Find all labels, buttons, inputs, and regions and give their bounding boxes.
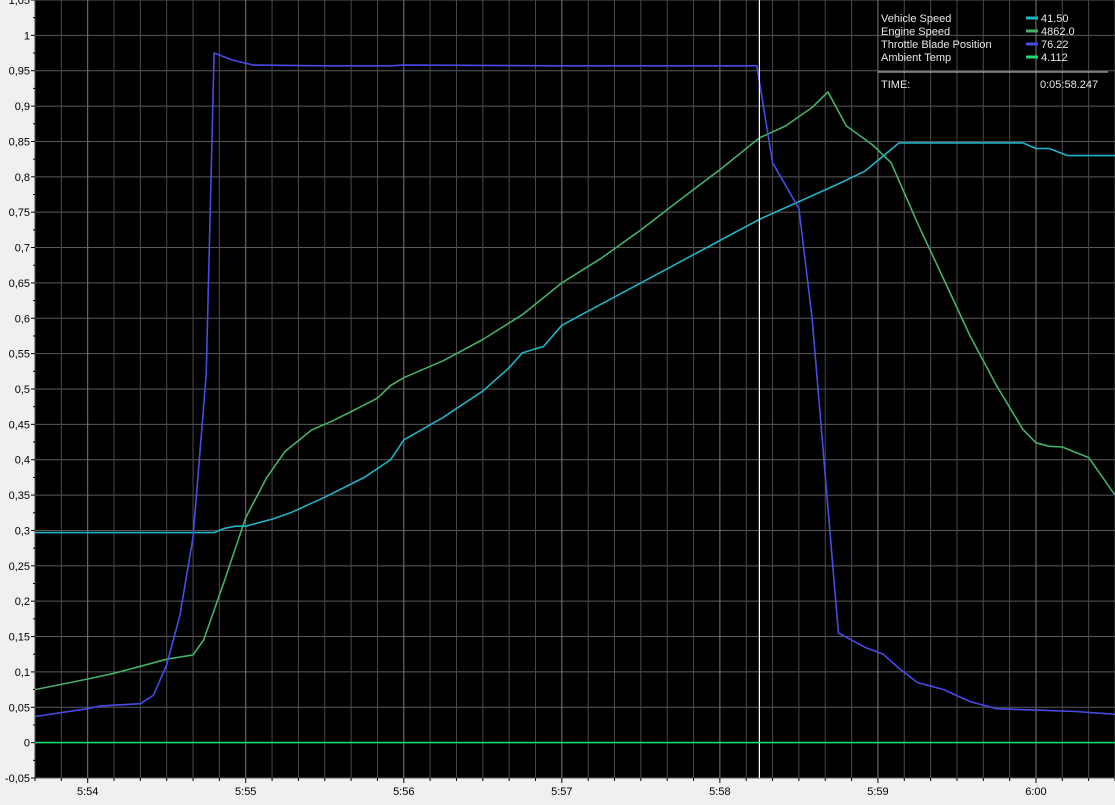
y-tick-label: 0,3 xyxy=(15,525,30,537)
x-tick-label: 6:00 xyxy=(1025,786,1046,798)
y-tick-label: 0,05 xyxy=(9,702,30,714)
y-tick-label: 0,25 xyxy=(9,561,30,573)
y-tick-label: 1 xyxy=(24,30,30,42)
legend-time-value: 0:05:58.247 xyxy=(1040,79,1098,91)
y-tick-label: 0,85 xyxy=(9,136,30,148)
y-tick-label: 0,4 xyxy=(15,455,30,467)
y-tick-label: 0,15 xyxy=(9,632,30,644)
y-tick-label: 0,95 xyxy=(9,66,30,78)
y-tick-label: 0,1 xyxy=(15,667,30,679)
x-tick-label: 5:59 xyxy=(867,786,888,798)
y-tick-label: 1,05 xyxy=(9,0,30,7)
y-tick-label: 0,75 xyxy=(9,207,30,219)
y-tick-label: 0,8 xyxy=(15,172,30,184)
x-tick-label: 5:57 xyxy=(551,786,572,798)
legend-time-label: TIME: xyxy=(881,79,910,91)
y-tick-label: 0,5 xyxy=(15,384,30,396)
x-tick-label: 5:54 xyxy=(77,786,98,798)
legend-entry-value: 4862.0 xyxy=(1041,26,1075,38)
x-tick-label: 5:55 xyxy=(235,786,256,798)
y-tick-label: 0,6 xyxy=(15,313,30,325)
y-tick-label: 0 xyxy=(24,738,30,750)
legend-entry-name: Engine Speed xyxy=(881,26,950,38)
y-tick-label: 0,9 xyxy=(15,101,30,113)
y-tick-label: -0,05 xyxy=(5,773,30,785)
y-tick-label: 0,7 xyxy=(15,243,30,255)
y-tick-label: 0,2 xyxy=(15,596,30,608)
y-tick-label: 0,55 xyxy=(9,349,30,361)
x-tick-label: 5:58 xyxy=(709,786,730,798)
legend-entry-value: 41.50 xyxy=(1041,13,1069,25)
chart-area[interactable]: 1,05 1 0,95 0,9 0,85 0,8 0,75 0,7 0,65 0,6 0,55 0,5… xyxy=(0,0,1115,800)
legend-entry-value: 4.112 xyxy=(1041,52,1068,64)
y-tick-label: 0,45 xyxy=(9,419,30,431)
legend-entry-name: Vehicle Speed xyxy=(881,13,951,25)
y-tick-label: 0,65 xyxy=(9,278,30,290)
legend-entry-name: Throttle Blade Position xyxy=(881,39,992,51)
legend-entry-value: 76.22 xyxy=(1041,39,1069,51)
chart-svg[interactable]: 1,05 1 0,95 0,9 0,85 0,8 0,75 0,7 0,65 0,6 0,55 0,5… xyxy=(0,0,1115,800)
legend-entry-name: Ambient Temp xyxy=(881,52,951,64)
y-tick-label: 0,35 xyxy=(9,490,30,502)
x-tick-label: 5:56 xyxy=(393,786,414,798)
